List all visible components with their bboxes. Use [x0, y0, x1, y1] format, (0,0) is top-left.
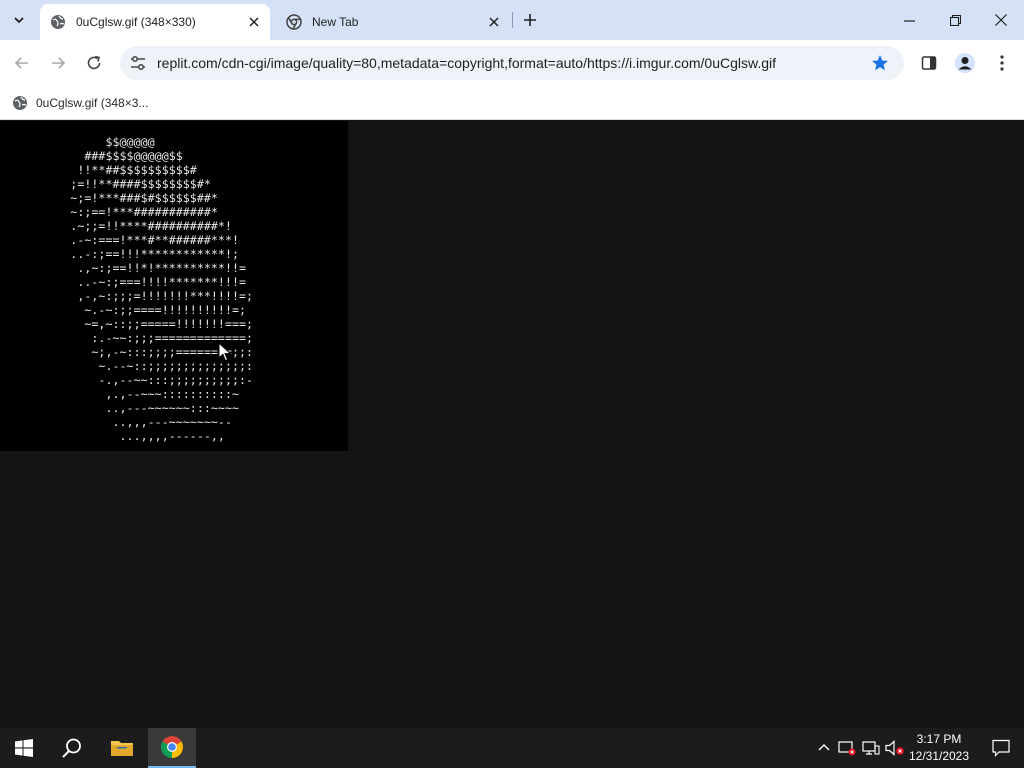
avatar-icon [955, 53, 975, 73]
ascii-art-line: ~.-~:;;====!!!!!!!!!!=; [0, 303, 247, 317]
close-window-button[interactable] [978, 0, 1024, 40]
ascii-art-line: ..-:;==!!!************!; [0, 247, 240, 261]
ascii-art-line: ...,,,,------,, [0, 429, 225, 443]
tab-search-button[interactable] [6, 7, 32, 33]
file-explorer-button[interactable] [98, 728, 146, 768]
ascii-art-line: ~:;==!***###########* [0, 205, 218, 219]
start-button[interactable] [0, 728, 48, 768]
address-bar[interactable]: replit.com/cdn-cgi/image/quality=80,meta… [120, 46, 904, 80]
mouse-cursor-icon [218, 342, 232, 362]
tab-title: 0uCglsw.gif (348×330) [76, 15, 196, 29]
tab-title: New Tab [312, 15, 359, 29]
ascii-art-line: .,~:;==!!*!**********!!= [0, 261, 247, 275]
globe-icon [50, 14, 66, 30]
arrow-right-icon [52, 57, 66, 69]
globe-icon [12, 95, 28, 111]
notification-icon [992, 739, 1010, 757]
tab-strip: 0uCglsw.gif (348×330) New Tab [0, 0, 1024, 40]
ascii-art-line: ..,---~~~~~~:::~~~~ [0, 401, 240, 415]
chevron-down-icon [14, 17, 24, 24]
ascii-art-line: ..,,,---~~~~~~~-- [0, 415, 232, 429]
ascii-art-line: !!**##$$$$$$$$$$# [0, 163, 197, 177]
system-clock[interactable]: 3:17 PM 12/31/2023 [904, 731, 974, 765]
network-icon[interactable] [861, 738, 881, 758]
ascii-art-line: $$@@@@@ [0, 135, 155, 149]
chrome-icon [286, 14, 302, 30]
chrome-taskbar-button[interactable] [148, 728, 196, 768]
windows-taskbar: 3:17 PM 12/31/2023 [0, 728, 1024, 768]
bookmarks-bar: 0uCglsw.gif (348×3... [0, 86, 1024, 120]
side-panel-button[interactable] [914, 48, 944, 78]
folder-icon [111, 741, 133, 756]
search-icon [62, 738, 81, 758]
kebab-menu-icon [1000, 55, 1004, 71]
ascii-art-line: ,.,--~~~::::::::::~ [0, 387, 240, 401]
search-button[interactable] [48, 728, 96, 768]
menu-button[interactable] [987, 48, 1017, 78]
reload-icon [87, 55, 101, 70]
close-icon[interactable] [484, 12, 504, 32]
tab-active[interactable]: 0uCglsw.gif (348×330) [40, 4, 270, 40]
show-hidden-icons-button[interactable] [814, 738, 834, 758]
page-viewport: $$@@@@@ ###$$$$@@@@@$$ !!**##$$$$$$$$$$#… [0, 121, 1024, 728]
ascii-art: $$@@@@@ ###$$$$@@@@@$$ !!**##$$$$$$$$$$#… [0, 135, 348, 443]
ascii-art-line: ,-,~:;;;=!!!!!!!***!!!!=; [0, 289, 254, 303]
restore-button[interactable] [932, 0, 978, 40]
ascii-art-line: ..-~:;===!!!!*******!!!= [0, 275, 247, 289]
plus-icon [524, 14, 536, 26]
arrow-left-icon [14, 57, 28, 69]
chrome-icon [161, 736, 183, 758]
url-text: replit.com/cdn-cgi/image/quality=80,meta… [157, 55, 777, 71]
volume-muted-icon[interactable] [885, 738, 905, 758]
tune-icon[interactable] [126, 51, 150, 75]
clock-time: 3:17 PM [916, 732, 962, 746]
ascii-art-line: ~;=!***###$#$$$$$$##* [0, 191, 218, 205]
forward-button[interactable] [43, 48, 73, 78]
new-tab-button[interactable] [518, 8, 542, 32]
windows-start-icon [15, 739, 33, 757]
security-tray-icon[interactable] [837, 738, 857, 758]
chevron-up-icon [818, 744, 830, 751]
ascii-art-line: ~.--~::;;;;;;;;;;;;;;: [0, 359, 254, 373]
back-button[interactable] [7, 48, 37, 78]
minimize-icon [903, 19, 915, 22]
reload-button[interactable] [79, 48, 109, 78]
ascii-art-line: -.,--~~:::;;;;;;;;;;:- [0, 373, 254, 387]
ascii-art-line: ~;,-~:::;;;;========;;: [0, 345, 254, 359]
ascii-art-line: .-~:===!***#**######***! [0, 233, 240, 247]
minimize-button[interactable] [886, 0, 932, 40]
profile-button[interactable] [950, 48, 980, 78]
gif-image[interactable]: $$@@@@@ ###$$$$@@@@@$$ !!**##$$$$$$$$$$#… [0, 121, 348, 451]
close-icon [995, 14, 1007, 26]
ascii-art-line: ~=,~::;;=====!!!!!!!===; [0, 317, 254, 331]
ascii-art-line: .~;;=!!****##########*! [0, 219, 232, 233]
bookmark-item[interactable]: 0uCglsw.gif (348×3... [8, 92, 148, 114]
clock-date: 12/31/2023 [908, 749, 970, 763]
tab-new-tab[interactable]: New Tab [276, 4, 510, 40]
side-panel-icon [921, 56, 937, 70]
bookmark-label: 0uCglsw.gif (348×3... [36, 96, 149, 110]
tab-separator [512, 12, 513, 28]
restore-icon [949, 14, 961, 26]
ascii-art-line: ;=!!**####$$$$$$$$#* [0, 177, 211, 191]
bookmark-star-icon[interactable] [870, 53, 890, 73]
ascii-art-line: :.-~~:;;;=============; [0, 331, 254, 345]
ascii-art-line: ###$$$$@@@@@$$ [0, 149, 183, 163]
notification-center-button[interactable] [978, 728, 1024, 768]
browser-toolbar: replit.com/cdn-cgi/image/quality=80,meta… [0, 40, 1024, 86]
close-icon[interactable] [244, 12, 264, 32]
